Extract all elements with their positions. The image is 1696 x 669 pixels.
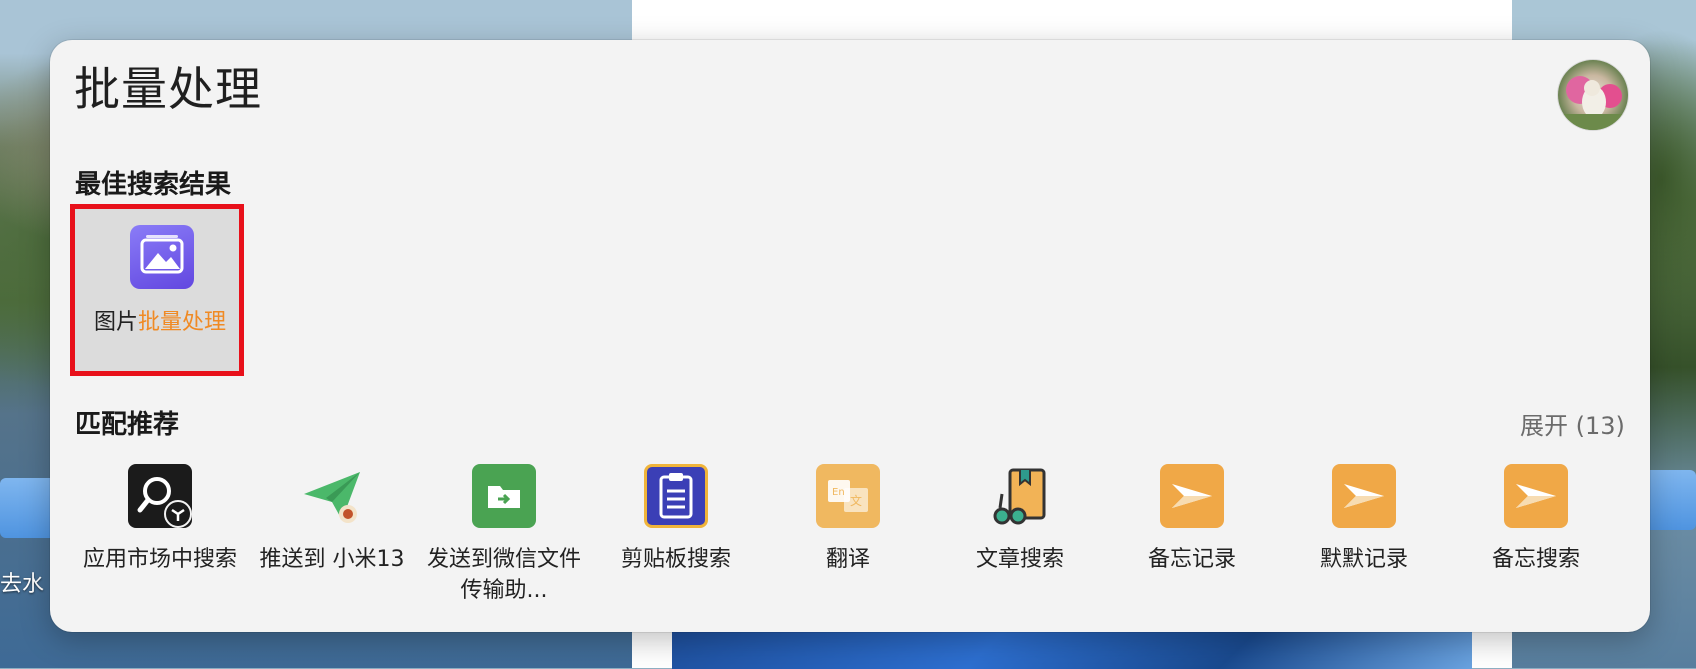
user-avatar[interactable] xyxy=(1558,60,1628,130)
clipboard-icon xyxy=(644,464,708,528)
memo-icon xyxy=(1160,464,1224,528)
reco-item-label: 翻译 xyxy=(825,547,870,572)
expand-button[interactable]: 展开 (13) xyxy=(1520,406,1625,441)
reco-item-label: 应用市场中搜索 xyxy=(82,547,237,572)
svg-text:文: 文 xyxy=(850,493,862,508)
translate-icon: En 文 xyxy=(816,464,880,528)
paper-plane-icon xyxy=(300,464,364,528)
reco-item-label: 备忘记录 xyxy=(1147,547,1236,572)
desktop-item-label[interactable]: 去水 xyxy=(0,566,44,598)
reco-item-label: 发送到微信文件传输助... xyxy=(426,547,581,603)
best-result-label-highlight: 批量处理 xyxy=(138,310,227,335)
best-result-item[interactable]: 图片批量处理 xyxy=(70,204,244,376)
reco-item-label: 备忘搜索 xyxy=(1491,547,1580,572)
wechat-file-transfer-icon xyxy=(472,464,536,528)
best-result-heading: 最佳搜索结果 xyxy=(75,170,232,200)
recommend-heading: 匹配推荐 xyxy=(75,410,180,440)
search-launcher-panel: 批量处理 最佳搜索结果 图片批量处理 匹配推荐 展开 (13) 应用市场中搜索 … xyxy=(50,40,1650,632)
memo-icon xyxy=(1504,464,1568,528)
reco-item-label: 推送到 小米13 xyxy=(259,547,405,572)
memo-icon xyxy=(1332,464,1396,528)
best-result-label: 图片批量处理 xyxy=(83,307,237,339)
svg-text:En: En xyxy=(832,487,845,498)
recommend-list: 应用市场中搜索 推送到 小米13 发送到微信文件传输助... 剪贴板搜索 En … xyxy=(74,464,1634,624)
reco-item-label: 默默记录 xyxy=(1319,547,1408,572)
article-search-icon xyxy=(988,464,1052,528)
reco-item-label: 剪贴板搜索 xyxy=(620,547,731,572)
app-market-search-icon xyxy=(128,464,192,528)
search-query-text[interactable]: 批量处理 xyxy=(74,66,262,112)
best-result-label-prefix: 图片 xyxy=(93,310,138,335)
reco-item-label: 文章搜索 xyxy=(975,547,1064,572)
image-batch-icon xyxy=(130,225,194,289)
